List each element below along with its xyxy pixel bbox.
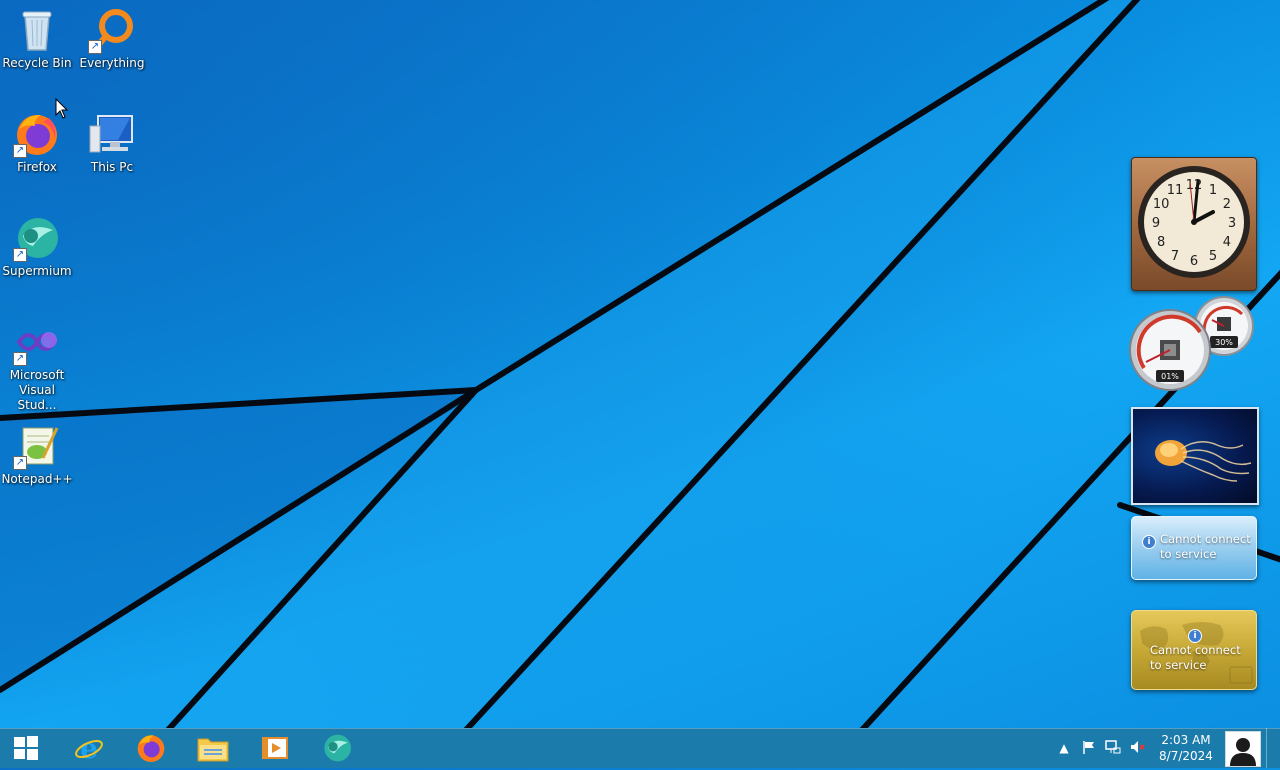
taskbar-supermium[interactable] — [310, 730, 364, 766]
clock-numeral: 6 — [1190, 254, 1198, 269]
clock-numeral: 5 — [1209, 249, 1217, 264]
everything-search-icon: ↗ — [88, 6, 136, 54]
analog-clock-face: 12 12 3 45678 9 1011 — [1138, 166, 1250, 278]
show-hidden-icons-button[interactable]: ▲ — [1055, 739, 1073, 757]
desktop-icon-label: Notepad++ — [1, 472, 73, 486]
network-icon[interactable] — [1104, 739, 1122, 757]
desktop-icon-everything[interactable]: ↗ Everything — [75, 6, 149, 71]
cpu-value: 01% — [1161, 372, 1179, 381]
media-player-icon — [262, 737, 288, 759]
visual-studio-icon: ↗ — [13, 318, 61, 366]
shortcut-arrow-icon: ↗ — [88, 40, 102, 54]
clock-gadget[interactable]: 12 1 2 3 4 5 6 7 8 9 10 11 — [1131, 157, 1257, 291]
start-button[interactable] — [0, 730, 52, 766]
mouse-cursor-icon — [55, 98, 69, 119]
jellyfish-photo — [1155, 440, 1252, 482]
shortcut-arrow-icon: ↗ — [13, 352, 27, 366]
desktop-icon-this-pc[interactable]: This Pc — [75, 110, 149, 175]
clock-numeral: 9 — [1152, 216, 1160, 231]
desktop-icon-notepadpp[interactable]: ↗ Notepad++ — [0, 422, 74, 487]
taskbar-internet-explorer[interactable]: e — [62, 730, 116, 766]
clock-numeral: 10 — [1153, 197, 1170, 212]
internet-explorer-icon: e — [75, 733, 103, 763]
weather-status-message: Cannot connect to service — [1160, 532, 1251, 561]
clock-numeral: 11 — [1167, 183, 1184, 198]
user-account-button[interactable] — [1225, 731, 1261, 767]
weather-gadget[interactable]: i Cannot connect to service — [1131, 516, 1257, 580]
taskbar-firefox[interactable] — [124, 730, 178, 766]
recycle-bin-icon — [13, 6, 61, 54]
desktop-icon-label: Recycle Bin — [2, 56, 72, 70]
slideshow-gadget[interactable] — [1131, 407, 1259, 505]
clock-numeral: 7 — [1171, 249, 1179, 264]
desktop-icon-label: This Pc — [90, 160, 134, 174]
clock-numeral: 12 — [1186, 178, 1203, 193]
supermium-icon — [324, 734, 351, 762]
taskbar-time: 2:03 AM — [1161, 733, 1211, 747]
currency-status-message: Cannot connect to service — [1150, 643, 1241, 672]
info-icon: i — [1142, 535, 1156, 549]
desktop-icon-supermium[interactable]: ↗ Supermium — [0, 214, 74, 279]
cpu-meter-gadget[interactable]: 30% 01% — [1128, 296, 1256, 392]
firefox-icon: ↗ — [13, 110, 61, 158]
desktop-icon-label: Firefox — [17, 160, 57, 174]
taskbar-media-player[interactable] — [248, 730, 302, 766]
volume-muted-icon[interactable] — [1128, 739, 1146, 757]
desktop-icon-label: Everything — [79, 56, 145, 70]
clock-numeral: 4 — [1223, 235, 1231, 250]
taskbar-file-explorer[interactable] — [186, 730, 240, 766]
file-explorer-icon — [197, 738, 229, 762]
shortcut-arrow-icon: ↗ — [13, 456, 27, 470]
desktop-icon-label: Microsoft Visual Stud... — [9, 368, 65, 412]
action-center-flag-icon[interactable] — [1080, 739, 1098, 757]
show-desktop-button[interactable] — [1266, 728, 1280, 768]
clock-numeral: 3 — [1228, 216, 1236, 231]
supermium-icon: ↗ — [13, 214, 61, 262]
ram-value: 30% — [1215, 338, 1233, 347]
svg-text:e: e — [80, 733, 98, 763]
taskbar: e ▲ 2:03 AM 8/7/2024 — [0, 728, 1280, 768]
shortcut-arrow-icon: ↗ — [13, 144, 27, 158]
desktop-icon-recycle-bin[interactable]: Recycle Bin — [0, 6, 74, 71]
currency-gadget[interactable]: i Cannot connect to service — [1131, 610, 1257, 690]
user-avatar-icon — [1226, 732, 1260, 766]
firefox-icon — [137, 735, 165, 762]
windows-logo-icon — [14, 736, 38, 760]
taskbar-clock[interactable]: 2:03 AM 8/7/2024 — [1150, 732, 1222, 764]
this-pc-icon — [88, 110, 136, 158]
clock-numeral: 2 — [1223, 197, 1231, 212]
clock-numeral: 1 — [1209, 183, 1217, 198]
notepadpp-icon: ↗ — [13, 422, 61, 470]
info-icon: i — [1188, 629, 1202, 643]
desktop-icon-visual-studio[interactable]: ↗ Microsoft Visual Stud... — [0, 318, 74, 413]
shortcut-arrow-icon: ↗ — [13, 248, 27, 262]
clock-numeral: 8 — [1157, 235, 1165, 250]
desktop-wallpaper — [0, 0, 1280, 728]
desktop-icon-label: Supermium — [2, 264, 72, 278]
taskbar-date: 8/7/2024 — [1159, 749, 1213, 763]
